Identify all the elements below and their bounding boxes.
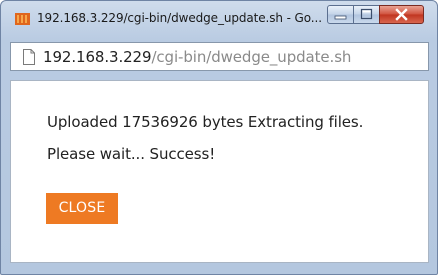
window-title: 192.168.3.229/cgi-bin/dwedge_update.sh -… (37, 11, 322, 25)
address-bar[interactable]: 192.168.3.229/cgi-bin/dwedge_update.sh (10, 42, 429, 71)
upload-status-text: Uploaded 17536926 bytes Extracting files… (47, 113, 364, 131)
success-text: Please wait... Success! (47, 145, 216, 163)
maximize-button[interactable] (353, 5, 380, 24)
url-text: 192.168.3.229/cgi-bin/dwedge_update.sh (43, 48, 351, 66)
browser-app-icon (15, 13, 30, 25)
minimize-button[interactable] (327, 5, 354, 24)
url-host: 192.168.3.229 (43, 48, 152, 66)
close-button[interactable]: CLOSE (46, 193, 118, 224)
minimize-icon (334, 15, 347, 20)
window-close-button[interactable] (379, 5, 424, 24)
url-path: /cgi-bin/dwedge_update.sh (151, 48, 352, 66)
title-bar[interactable]: 192.168.3.229/cgi-bin/dwedge_update.sh -… (1, 1, 437, 33)
page-content: Uploaded 17536926 bytes Extracting files… (10, 80, 429, 263)
browser-popup-window: 192.168.3.229/cgi-bin/dwedge_update.sh -… (0, 0, 438, 275)
page-icon (23, 49, 35, 65)
close-icon (395, 8, 408, 21)
maximize-icon (360, 8, 373, 20)
